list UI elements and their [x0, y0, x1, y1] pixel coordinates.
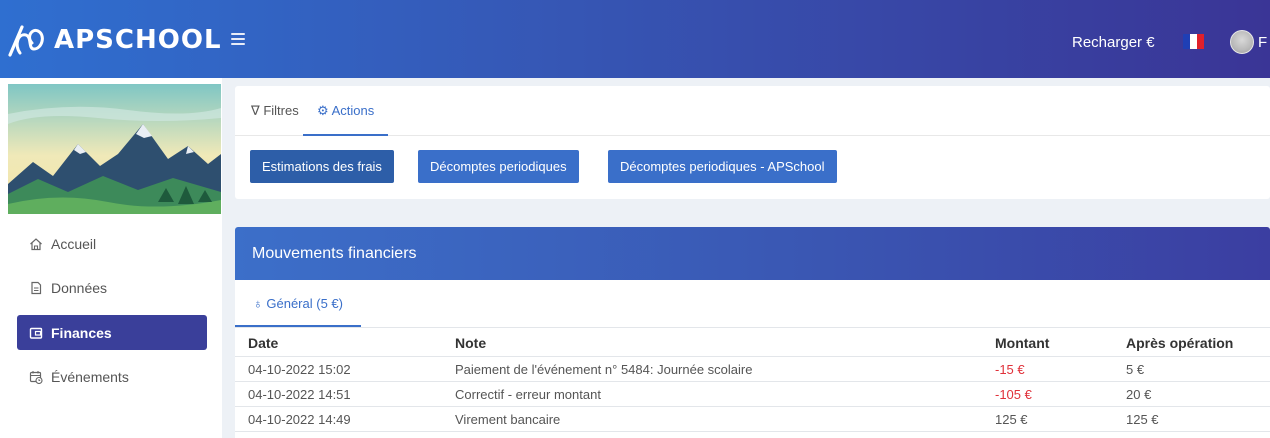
cell-montant: 125 €: [995, 412, 1028, 427]
sidebar: Accueil Données Finances Événements: [0, 78, 222, 438]
sidebar-item-donnees[interactable]: Données: [17, 270, 207, 305]
tab-filtres[interactable]: ∇ Filtres: [251, 103, 299, 136]
column-header-apres[interactable]: Après opération: [1126, 335, 1233, 351]
avatar[interactable]: [1230, 30, 1254, 54]
french-flag-icon[interactable]: [1183, 34, 1204, 49]
brand-name: APSCHOOL: [54, 25, 222, 55]
apschool-logo-icon: [8, 25, 44, 57]
table-row[interactable]: 04-10-2022 14:51 Correctif - erreur mont…: [235, 382, 1270, 407]
gear-icon: ⚙: [317, 103, 329, 118]
sidebar-item-label: Accueil: [51, 235, 97, 252]
movements-table: Date Note Montant Après opération 04-10-…: [235, 327, 1270, 432]
main-content: ∇ Filtres ⚙ Actions Estimations des frai…: [222, 78, 1270, 438]
cell-montant: -105 €: [995, 387, 1032, 402]
cell-apres: 125 €: [1126, 412, 1159, 427]
cell-note: Paiement de l'événement n° 5484: Journée…: [455, 362, 753, 377]
decomptes-button[interactable]: Décomptes periodiques: [418, 150, 579, 183]
column-header-montant[interactable]: Montant: [995, 335, 1049, 351]
brand-logo[interactable]: APSCHOOL: [8, 22, 222, 58]
sidebar-item-finances[interactable]: Finances: [17, 315, 207, 350]
actions-card: ∇ Filtres ⚙ Actions Estimations des frai…: [235, 86, 1270, 199]
cell-date: 04-10-2022 14:49: [248, 412, 351, 427]
sidebar-item-label: Finances: [51, 324, 112, 341]
table-row[interactable]: 04-10-2022 14:49 Virement bancaire 125 €…: [235, 407, 1270, 432]
cell-note: Correctif - erreur montant: [455, 387, 601, 402]
cell-apres: 20 €: [1126, 387, 1152, 402]
estimations-button[interactable]: Estimations des frais: [250, 150, 394, 183]
column-header-note[interactable]: Note: [455, 335, 486, 351]
filter-icon: ∇: [251, 103, 260, 118]
cell-apres: 5 €: [1126, 362, 1145, 377]
home-icon: [30, 237, 42, 250]
wallet-icon: [29, 327, 43, 339]
sidebar-item-label: Événements: [51, 368, 129, 385]
sidebar-item-label: Données: [51, 279, 108, 296]
column-header-date[interactable]: Date: [248, 335, 278, 351]
cell-date: 04-10-2022 14:51: [248, 387, 351, 402]
tab-label: Filtres: [263, 103, 299, 118]
movements-header: Mouvements financiers: [235, 227, 1270, 280]
movements-title: Mouvements financiers: [252, 245, 417, 262]
sidebar-item-evenements[interactable]: Événements: [17, 359, 207, 394]
cell-note: Virement bancaire: [455, 412, 561, 427]
menu-toggle-icon[interactable]: [231, 33, 245, 45]
tab-label: Général (5 €): [266, 296, 343, 311]
toolbar-tabs: ∇ Filtres ⚙ Actions: [235, 86, 1270, 136]
tab-general[interactable]: ♁ Général (5 €): [235, 280, 361, 327]
top-bar: APSCHOOL Recharger € F: [0, 0, 1270, 78]
tab-label: Actions: [331, 103, 375, 118]
sidebar-item-accueil[interactable]: Accueil: [17, 226, 207, 261]
calendar-clock-icon: [29, 370, 43, 384]
cell-date: 04-10-2022 15:02: [248, 362, 351, 377]
document-icon: [31, 281, 42, 294]
cell-montant: -15 €: [995, 362, 1025, 377]
user-name-initial[interactable]: F: [1258, 34, 1267, 51]
tab-actions[interactable]: ⚙ Actions: [303, 103, 389, 136]
table-row[interactable]: 04-10-2022 15:02 Paiement de l'événement…: [235, 357, 1270, 382]
decomptes-apschool-button[interactable]: Décomptes periodiques - APSchool: [608, 150, 837, 183]
tab-general-label: ♁ Général (5 €): [253, 296, 343, 311]
piggy-bank-icon: ♁: [253, 296, 263, 311]
table-header: Date Note Montant Après opération: [235, 327, 1270, 357]
recharge-link[interactable]: Recharger €: [1072, 34, 1155, 51]
sidebar-banner-image: [8, 84, 221, 214]
movements-card: Mouvements financiers ♁ Général (5 €) Da…: [235, 227, 1270, 438]
